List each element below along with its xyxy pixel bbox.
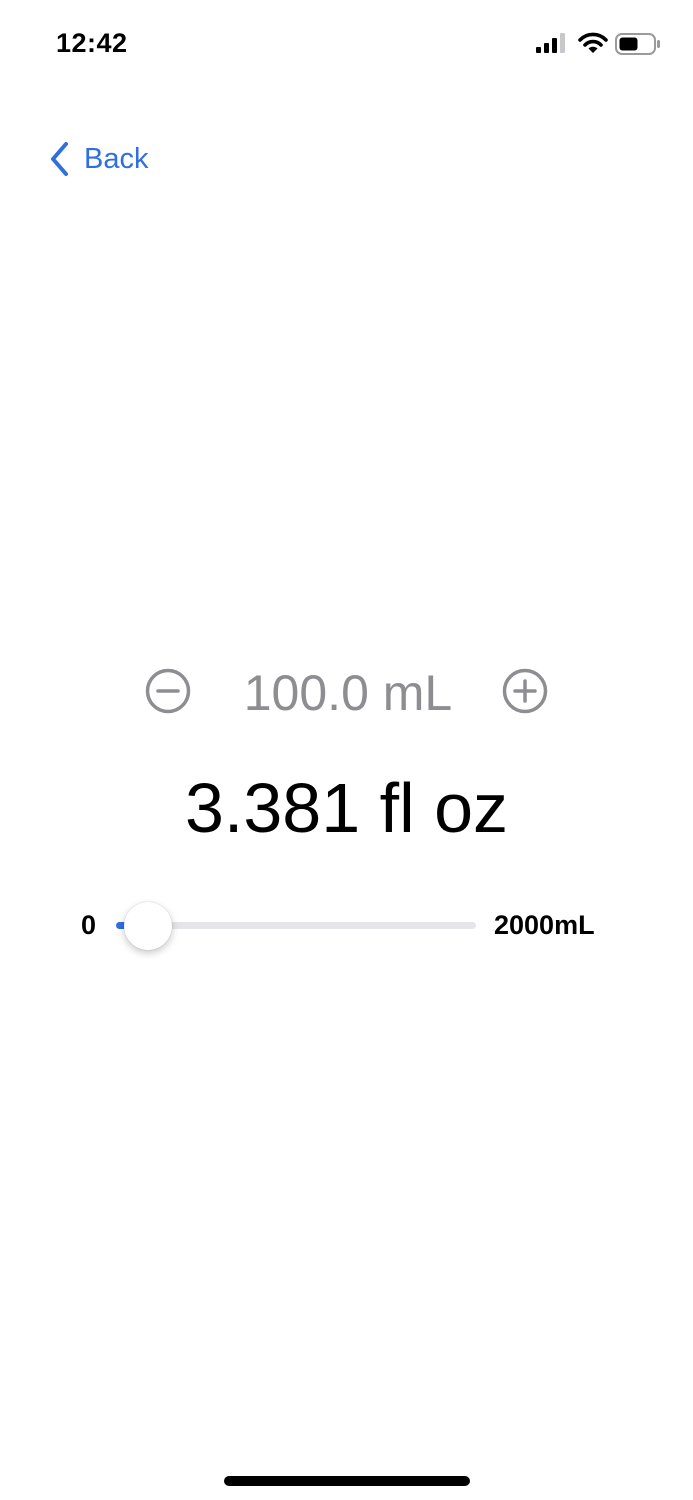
slider-min-label: 0 xyxy=(81,910,97,940)
volume-slider-row: 0 2000mL xyxy=(0,900,693,952)
input-value: 100.0 mL xyxy=(243,665,453,721)
converted-value: 3.381 fl oz xyxy=(185,769,508,847)
minus-circle-icon[interactable] xyxy=(145,668,191,714)
back-label: Back xyxy=(84,142,149,175)
slider-thumb[interactable] xyxy=(124,902,172,950)
battery-icon xyxy=(615,33,660,55)
slider-max-label: 2000mL xyxy=(494,910,595,940)
plus-circle-icon[interactable] xyxy=(502,668,548,714)
chevron-left-icon xyxy=(51,142,68,176)
status-time: 12:42 xyxy=(56,28,128,58)
back-button[interactable]: Back xyxy=(48,138,148,180)
quantity-stepper: 100.0 mL xyxy=(0,660,693,722)
status-bar: 12:42 xyxy=(0,0,693,90)
home-indicator xyxy=(224,1476,470,1486)
signal-icon xyxy=(536,33,565,53)
wifi-icon xyxy=(578,32,608,53)
